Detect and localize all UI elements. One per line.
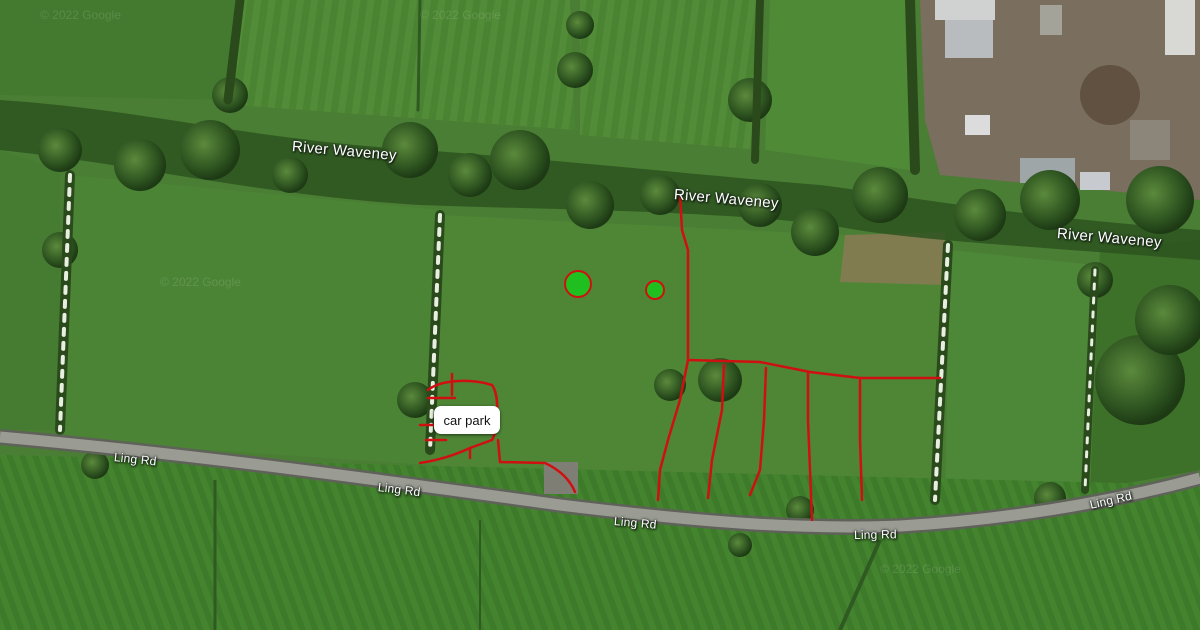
green-marker-large[interactable] <box>564 270 592 298</box>
car-park-callout[interactable]: car park <box>434 406 500 434</box>
imagery-watermark: © 2022 Google <box>420 8 501 22</box>
green-marker-small[interactable] <box>645 280 665 300</box>
imagery-watermark: © 2022 Google <box>880 562 961 576</box>
field-south <box>0 455 1200 630</box>
building-roof <box>935 0 995 20</box>
building-roof <box>1165 0 1195 55</box>
map-imagery <box>0 0 1200 630</box>
yard-area <box>1130 120 1170 160</box>
bare-soil-patch <box>840 232 945 285</box>
ling-rd-label: Ling Rd <box>853 527 897 542</box>
imagery-watermark: © 2022 Google <box>40 8 121 22</box>
field-north-east <box>580 0 760 150</box>
field-north-far-east <box>765 0 910 170</box>
car-park-callout-label: car park <box>443 412 491 428</box>
storage-heap <box>1080 65 1140 125</box>
building-roof <box>1080 172 1110 190</box>
field-west-strip <box>0 150 60 430</box>
field-west <box>60 175 440 465</box>
building-roof <box>945 18 993 58</box>
imagery-watermark: © 2022 Google <box>160 275 241 289</box>
building-roof <box>1040 5 1062 35</box>
vehicle <box>965 115 990 135</box>
satellite-map[interactable]: © 2022 Google © 2022 Google © 2022 Googl… <box>0 0 1200 630</box>
field-east <box>945 250 1095 500</box>
